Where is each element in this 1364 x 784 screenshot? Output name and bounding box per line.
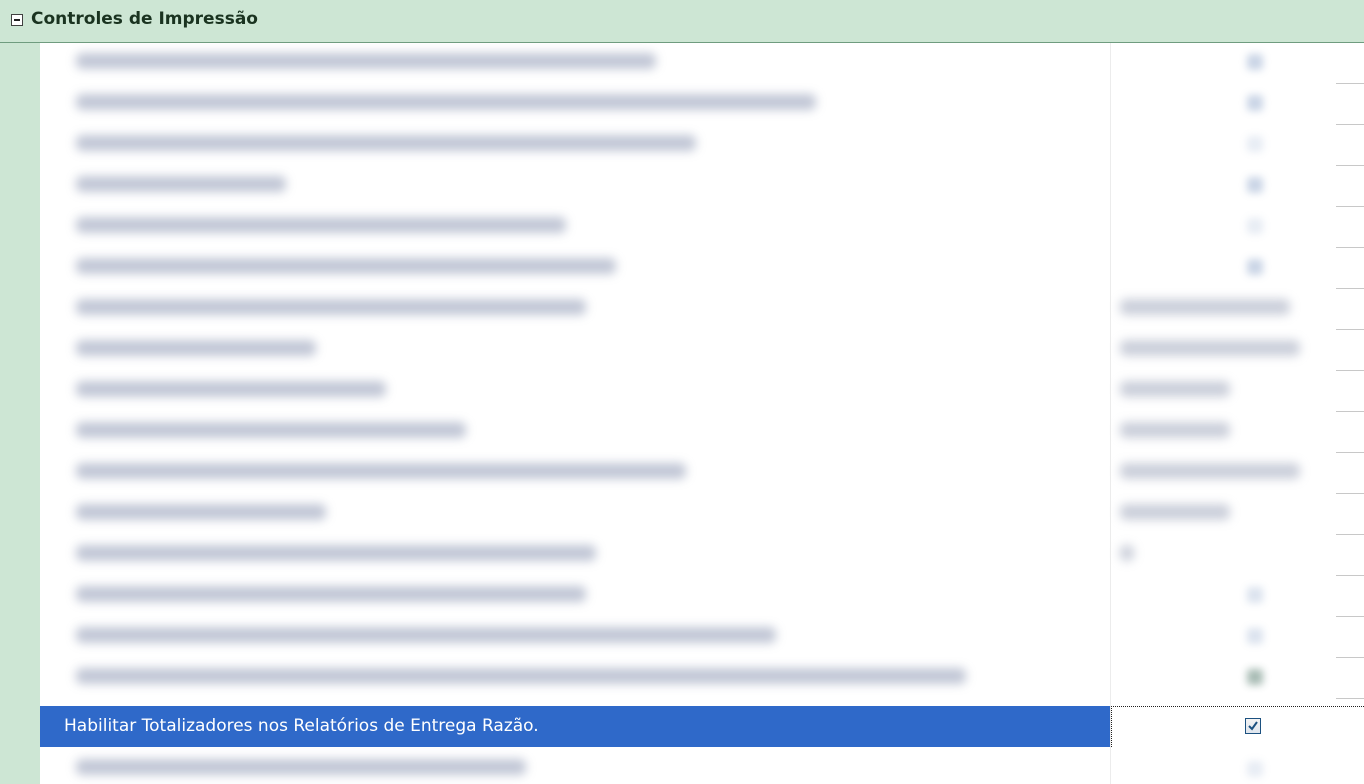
property-row[interactable] — [40, 658, 1364, 699]
property-row[interactable] — [40, 289, 1364, 330]
redacted-checkbox[interactable] — [1247, 218, 1263, 234]
redacted-value[interactable] — [1120, 545, 1134, 561]
property-row[interactable] — [40, 535, 1364, 576]
redacted-checkbox[interactable] — [1247, 587, 1263, 603]
redacted-label — [76, 258, 616, 274]
property-row[interactable] — [40, 494, 1364, 535]
redacted-label — [76, 627, 776, 643]
redacted-label — [76, 586, 586, 602]
redacted-checkbox[interactable] — [1247, 95, 1263, 111]
selected-property-row[interactable]: Habilitar Totalizadores nos Relatórios d… — [40, 706, 1364, 747]
redacted-checkbox[interactable] — [1247, 761, 1263, 777]
row-gutter — [0, 43, 40, 784]
redacted-checkbox[interactable] — [1247, 669, 1263, 685]
property-list: Habilitar Totalizadores nos Relatórios d… — [40, 43, 1364, 784]
row-separator — [1336, 698, 1364, 699]
redacted-checkbox[interactable] — [1247, 628, 1263, 644]
redacted-value[interactable] — [1120, 504, 1230, 520]
property-row[interactable] — [40, 84, 1364, 125]
minus-box-icon[interactable] — [11, 14, 23, 26]
redacted-label — [76, 381, 386, 397]
redacted-label — [76, 463, 686, 479]
category-title: Controles de Impressão — [31, 9, 258, 29]
property-row[interactable] — [40, 747, 1364, 784]
redacted-label — [76, 176, 286, 192]
property-row[interactable] — [40, 453, 1364, 494]
redacted-checkbox[interactable] — [1247, 259, 1263, 275]
property-row[interactable] — [40, 207, 1364, 248]
property-row[interactable] — [40, 330, 1364, 371]
property-row[interactable] — [40, 576, 1364, 617]
redacted-checkbox[interactable] — [1247, 54, 1263, 70]
redacted-label — [76, 422, 466, 438]
redacted-label — [76, 53, 656, 69]
property-row[interactable] — [40, 412, 1364, 453]
redacted-label — [76, 94, 816, 110]
redacted-checkbox[interactable] — [1247, 136, 1263, 152]
checkmark-icon — [1248, 721, 1258, 731]
selected-property-label: Habilitar Totalizadores nos Relatórios d… — [64, 716, 539, 736]
redacted-checkbox[interactable] — [1247, 177, 1263, 193]
property-row[interactable] — [40, 617, 1364, 658]
redacted-value[interactable] — [1120, 340, 1300, 356]
redacted-label — [76, 340, 316, 356]
category-header[interactable]: Controles de Impressão — [0, 0, 1364, 43]
redacted-label — [76, 135, 696, 151]
redacted-label — [76, 217, 566, 233]
property-row[interactable] — [40, 166, 1364, 207]
redacted-label — [76, 299, 586, 315]
redacted-label — [76, 759, 526, 775]
property-row[interactable] — [40, 371, 1364, 412]
redacted-label — [76, 668, 966, 684]
property-row[interactable] — [40, 248, 1364, 289]
redacted-value[interactable] — [1120, 381, 1230, 397]
property-row[interactable] — [40, 125, 1364, 166]
redacted-value[interactable] — [1120, 463, 1300, 479]
redacted-value[interactable] — [1120, 299, 1290, 315]
redacted-label — [76, 545, 596, 561]
redacted-value[interactable] — [1120, 422, 1230, 438]
checkbox-checked-icon[interactable] — [1245, 718, 1261, 734]
property-row[interactable] — [40, 43, 1364, 84]
selected-property-value[interactable] — [1111, 706, 1364, 747]
selected-property-name[interactable]: Habilitar Totalizadores nos Relatórios d… — [40, 706, 1110, 747]
redacted-label — [76, 504, 326, 520]
property-grid: Controles de Impressão Habilitar Totaliz… — [0, 0, 1364, 784]
